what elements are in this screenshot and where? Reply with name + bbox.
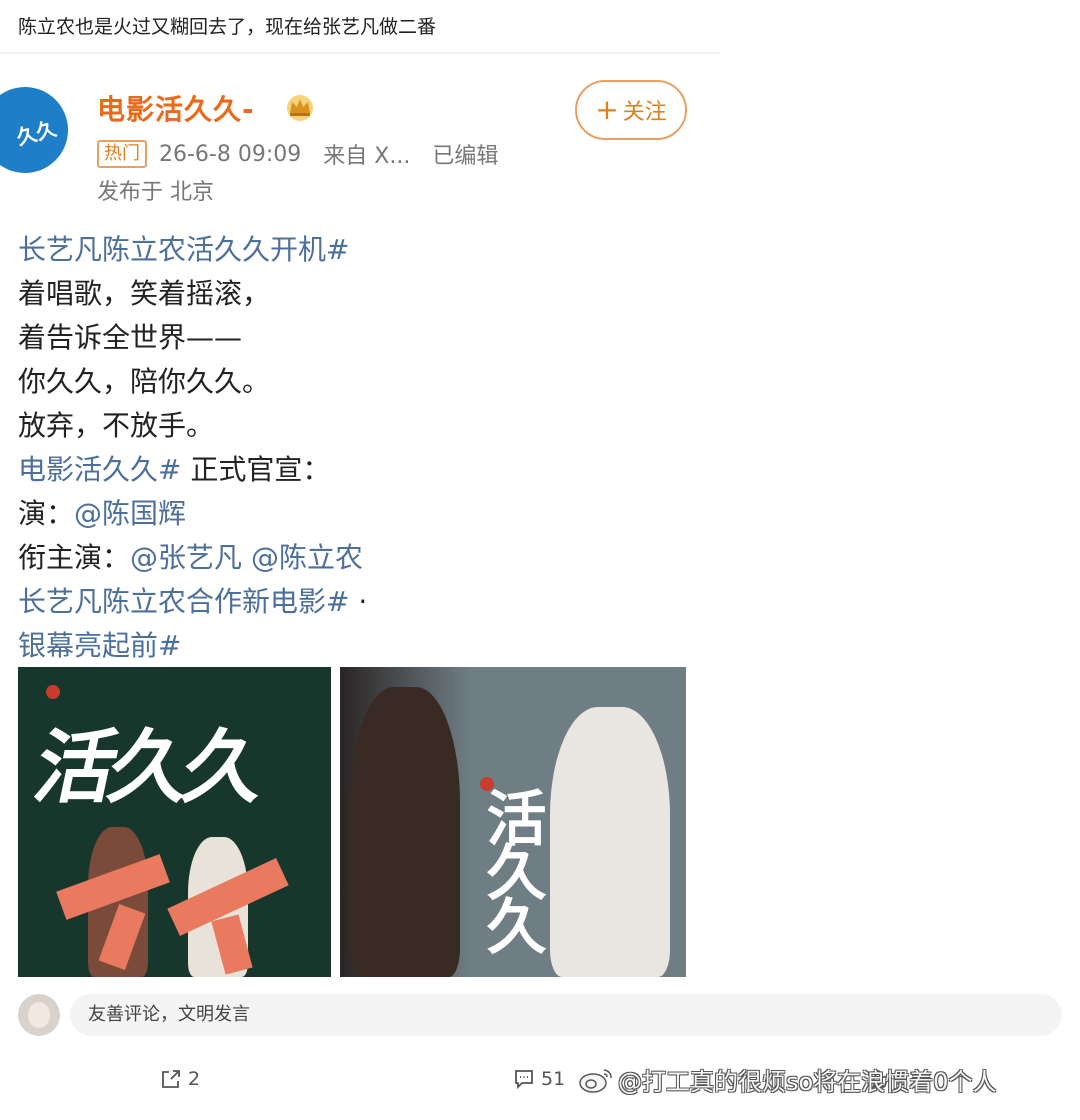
repost-button[interactable]: 2 <box>160 1068 200 1090</box>
post-location: 发布于 北京 <box>97 180 214 205</box>
comment-icon <box>515 1070 533 1090</box>
topic-link[interactable]: 电影活久久# <box>18 453 181 486</box>
avatar-text: 久久 <box>13 116 59 150</box>
watermark-text: @打工真的很烦so将在浪惯着0个人 <box>618 1068 997 1096</box>
post-text-line: 衔主演：@张艺凡 @陈立农 <box>18 536 698 580</box>
topic-link[interactable]: 银幕亮起前# <box>18 629 181 662</box>
repost-count: 2 <box>188 1068 201 1090</box>
mention-link[interactable]: @陈立农 <box>251 541 363 574</box>
plus-icon: + <box>595 93 619 126</box>
account-name[interactable]: 电影活久久- <box>97 88 255 128</box>
mention-link[interactable]: @张艺凡 <box>130 541 242 574</box>
user-avatar[interactable] <box>18 994 60 1036</box>
post-text-line: 长艺凡陈立农合作新电影# · <box>18 580 698 624</box>
post-meta: 热门 26-6-8 09:09 来自 X... 已编辑 <box>97 138 498 170</box>
follow-button[interactable]: + 关注 <box>575 80 687 140</box>
poster-title: 活久久 <box>476 787 546 949</box>
post-text-line: 着告诉全世界—— <box>18 321 243 354</box>
weibo-logo-icon <box>579 1068 612 1093</box>
post-source: 来自 X... <box>323 144 411 169</box>
actor-figure <box>350 687 460 977</box>
text: 正式官宣： <box>181 453 331 486</box>
red-seal-mark <box>46 685 60 699</box>
edited-label: 已编辑 <box>432 144 499 169</box>
comment-count: 51 <box>541 1068 566 1090</box>
divider <box>0 52 720 54</box>
weibo-watermark: @打工真的很烦so将在浪惯着0个人 <box>578 1062 996 1097</box>
post-text-line: 演：@陈国辉 <box>18 492 698 536</box>
topic-link[interactable]: 长艺凡陈立农活久久开机# <box>18 228 698 272</box>
post-time: 26-6-8 09:09 <box>159 141 302 167</box>
post-body: 长艺凡陈立农活久久开机# 着唱歌，笑着摇滚， 着告诉全世界—— 你久久，陪你久久… <box>18 228 698 668</box>
post-text-line: 放弃，不放手。 <box>18 409 215 442</box>
topic-link[interactable]: 长艺凡陈立农合作新电影# <box>18 585 349 618</box>
post-text-line: 电影活久久# 正式官宣： <box>18 448 698 492</box>
mention-link[interactable]: @陈国辉 <box>74 497 186 530</box>
comment-bar: 友善评论，文明发言 <box>18 994 1062 1038</box>
movie-poster-image-1[interactable]: 活久久 <box>18 667 331 977</box>
hot-badge: 热门 <box>97 140 147 168</box>
follow-label: 关注 <box>622 100 667 125</box>
text: · <box>349 585 368 618</box>
movie-poster-image-2[interactable]: 活久久 语 <box>340 667 686 977</box>
account-avatar[interactable]: 久久 <box>0 87 68 173</box>
comment-button[interactable]: 51 <box>513 1068 565 1090</box>
post-text-line: 你久久，陪你久久。 <box>18 365 271 398</box>
comment-input[interactable]: 友善评论，文明发言 <box>70 994 1062 1036</box>
post-text-line: 银幕亮起前# <box>18 624 698 668</box>
post-text-line: 着唱歌，笑着摇滚， <box>18 277 271 310</box>
post-caption: 陈立农也是火过又糊回去了，现在给张艺凡做二番 <box>18 16 437 38</box>
crown-icon <box>287 95 313 121</box>
text: 衔主演： <box>18 541 131 574</box>
poster-title: 活久久 <box>26 720 269 814</box>
weibo-post-screenshot: 久久 电影活久久- 热门 26-6-8 09:09 来自 X... 已编辑 发布… <box>0 60 720 990</box>
share-icon <box>162 1070 180 1088</box>
text: 演： <box>18 497 75 530</box>
actress-figure <box>550 707 670 977</box>
